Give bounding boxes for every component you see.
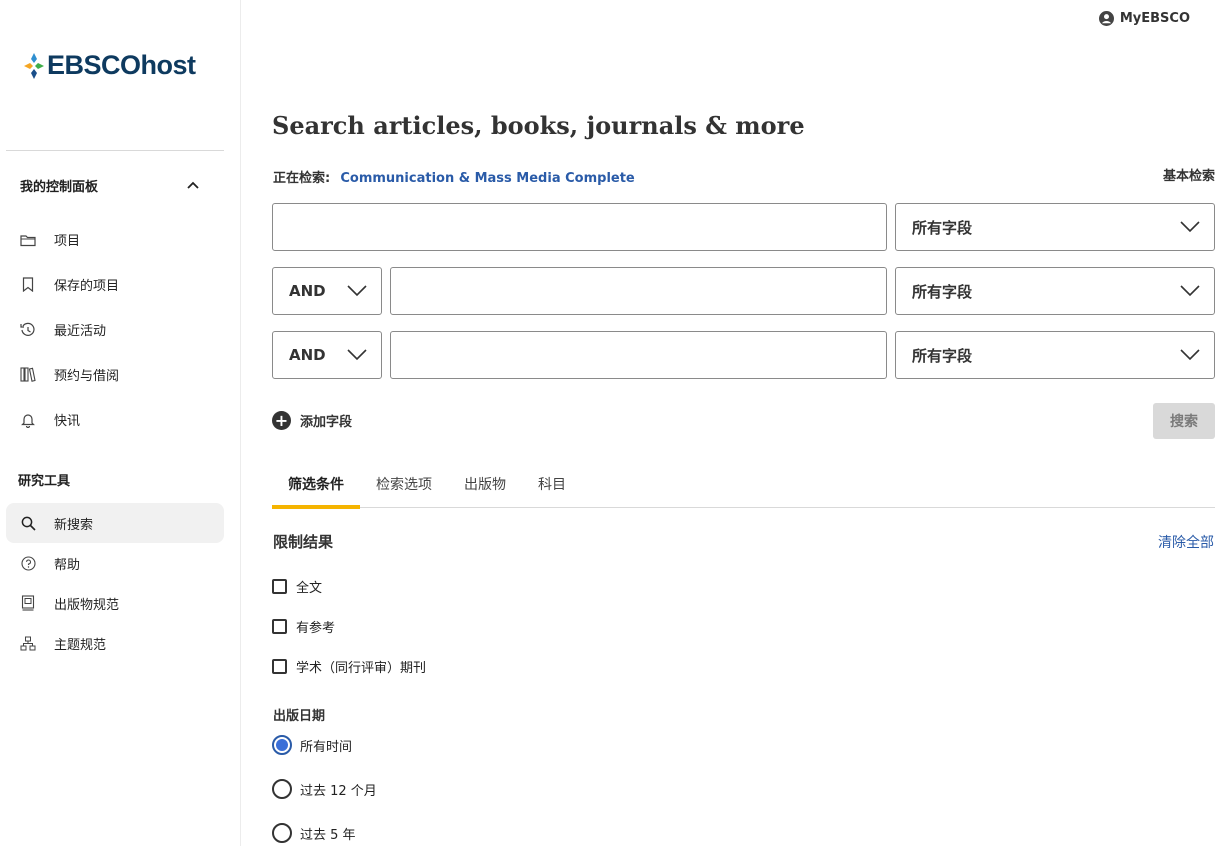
boolean-operator-select-3[interactable]: AND: [272, 331, 382, 379]
radio-button-selected[interactable]: [272, 735, 292, 755]
search-term-input-3[interactable]: [390, 331, 887, 379]
searching-database: 正在检索: Communication & Mass Media Complet…: [273, 167, 635, 186]
sidebar-item-holds-checkouts[interactable]: 预约与借阅: [6, 352, 224, 397]
chevron-down-icon: [347, 349, 367, 361]
sidebar-item-label: 出版物规范: [54, 597, 120, 613]
sidebar-item-subject-authority[interactable]: 主题规范: [6, 623, 224, 663]
tab-search-options[interactable]: 检索选项: [360, 459, 448, 508]
limiter-peer-reviewed[interactable]: 学术（同行评审）期刊: [272, 657, 426, 676]
sidebar-item-label: 主题规范: [54, 637, 107, 653]
radio-button[interactable]: [272, 779, 292, 799]
sidebar-item-new-search[interactable]: 新搜索: [6, 503, 224, 543]
sidebar-item-label: 项目: [54, 234, 81, 249]
checkbox[interactable]: [272, 579, 287, 594]
sidebar-item-help[interactable]: 帮助: [6, 543, 224, 583]
field-select-2[interactable]: 所有字段: [895, 267, 1215, 315]
limiter-references-available[interactable]: 有参考: [272, 617, 335, 636]
search-term-input-1[interactable]: [272, 203, 887, 251]
dashboard-nav: 项目 保存的项目 最近活动 预约与借阅 快讯: [6, 217, 224, 442]
date-option-all-time[interactable]: 所有时间: [272, 735, 352, 755]
boolean-operator-select-2[interactable]: AND: [272, 267, 382, 315]
limit-results-heading: 限制结果: [273, 533, 334, 551]
myebsco-label: MyEBSCO: [1119, 11, 1190, 26]
clear-all-link[interactable]: 清除全部: [1158, 532, 1214, 552]
radio-button[interactable]: [272, 823, 292, 843]
operator-value: AND: [289, 346, 326, 364]
add-field-button[interactable]: + 添加字段: [272, 411, 352, 430]
date-option-last-5-years[interactable]: 过去 5 年: [272, 823, 356, 843]
checkbox-label: 有参考: [296, 621, 336, 636]
sidebar-item-publication-authority[interactable]: 出版物规范: [6, 583, 224, 623]
plus-circle-icon: +: [272, 411, 291, 430]
research-tools-nav: 新搜索 帮助 出版物规范 主题规范: [6, 503, 224, 663]
checkbox[interactable]: [272, 659, 287, 674]
checkbox-label: 全文: [296, 581, 323, 596]
dashboard-section-header[interactable]: 我的控制面板: [20, 176, 200, 195]
field-select-1[interactable]: 所有字段: [895, 203, 1215, 251]
folder-icon: [20, 232, 36, 248]
sidebar-item-saved[interactable]: 保存的项目: [6, 262, 224, 307]
page-title: Search articles, books, journals & more: [272, 111, 805, 140]
tab-filters[interactable]: 筛选条件: [272, 459, 360, 509]
field-select-value: 所有字段: [912, 282, 973, 301]
limiter-full-text[interactable]: 全文: [272, 577, 322, 596]
checkbox[interactable]: [272, 619, 287, 634]
chevron-up-icon: [187, 181, 199, 189]
hierarchy-icon: [20, 635, 36, 651]
dashboard-heading: 我的控制面板: [20, 180, 99, 195]
filter-tabs: 筛选条件 检索选项 出版物 科目: [272, 459, 1215, 509]
sidebar-item-recent-activity[interactable]: 最近活动: [6, 307, 224, 352]
field-select-3[interactable]: 所有字段: [895, 331, 1215, 379]
radio-label: 过去 5 年: [300, 827, 356, 843]
search-term-input-2[interactable]: [390, 267, 887, 315]
books-icon: [20, 367, 36, 383]
tab-subjects[interactable]: 科目: [522, 459, 582, 508]
publication-date-heading: 出版日期: [273, 709, 326, 724]
sidebar-item-projects[interactable]: 项目: [6, 217, 224, 262]
searching-label: 正在检索:: [273, 171, 331, 186]
field-select-value: 所有字段: [912, 346, 973, 365]
ebsco-logo-mark-icon: [24, 52, 44, 79]
search-icon: [20, 515, 36, 531]
chevron-down-icon: [347, 285, 367, 297]
radio-label: 过去 12 个月: [300, 783, 377, 799]
help-icon: [20, 555, 36, 571]
publication-icon: [20, 595, 36, 611]
checkbox-label: 学术（同行评审）期刊: [296, 661, 427, 676]
operator-value: AND: [289, 282, 326, 300]
myebsco-account-link[interactable]: MyEBSCO: [1098, 11, 1190, 26]
history-icon: [20, 322, 36, 338]
user-account-icon: [1098, 11, 1114, 26]
sidebar-item-label: 帮助: [54, 557, 81, 573]
add-field-label: 添加字段: [300, 415, 353, 430]
logo-text: EBSCOhost: [47, 50, 196, 80]
sidebar-item-label: 新搜索: [54, 517, 94, 533]
radio-label: 所有时间: [300, 739, 353, 755]
search-button[interactable]: 搜索: [1153, 403, 1215, 439]
bell-icon: [20, 412, 36, 428]
chevron-down-icon: [1180, 221, 1200, 233]
sidebar-item-label: 快讯: [54, 414, 81, 429]
basic-search-link[interactable]: 基本检索: [1163, 165, 1215, 184]
sidebar-item-label: 保存的项目: [54, 279, 120, 294]
tab-publications[interactable]: 出版物: [448, 459, 522, 508]
database-link[interactable]: Communication & Mass Media Complete: [340, 171, 634, 186]
sidebar-item-label: 预约与借阅: [54, 369, 120, 384]
sidebar-divider: [6, 150, 224, 151]
ebscohost-logo[interactable]: EBSCOhost: [24, 50, 196, 81]
sidebar-item-alerts[interactable]: 快讯: [6, 397, 224, 442]
sidebar: EBSCOhost 我的控制面板 项目 保存的项目 最近活动 预约与借阅 快讯 …: [0, 0, 241, 846]
bookmark-icon: [20, 277, 36, 293]
chevron-down-icon: [1180, 349, 1200, 361]
date-option-last-12-months[interactable]: 过去 12 个月: [272, 779, 377, 799]
field-select-value: 所有字段: [912, 218, 973, 237]
research-tools-heading: 研究工具: [18, 474, 71, 489]
sidebar-item-label: 最近活动: [54, 324, 107, 339]
chevron-down-icon: [1180, 285, 1200, 297]
